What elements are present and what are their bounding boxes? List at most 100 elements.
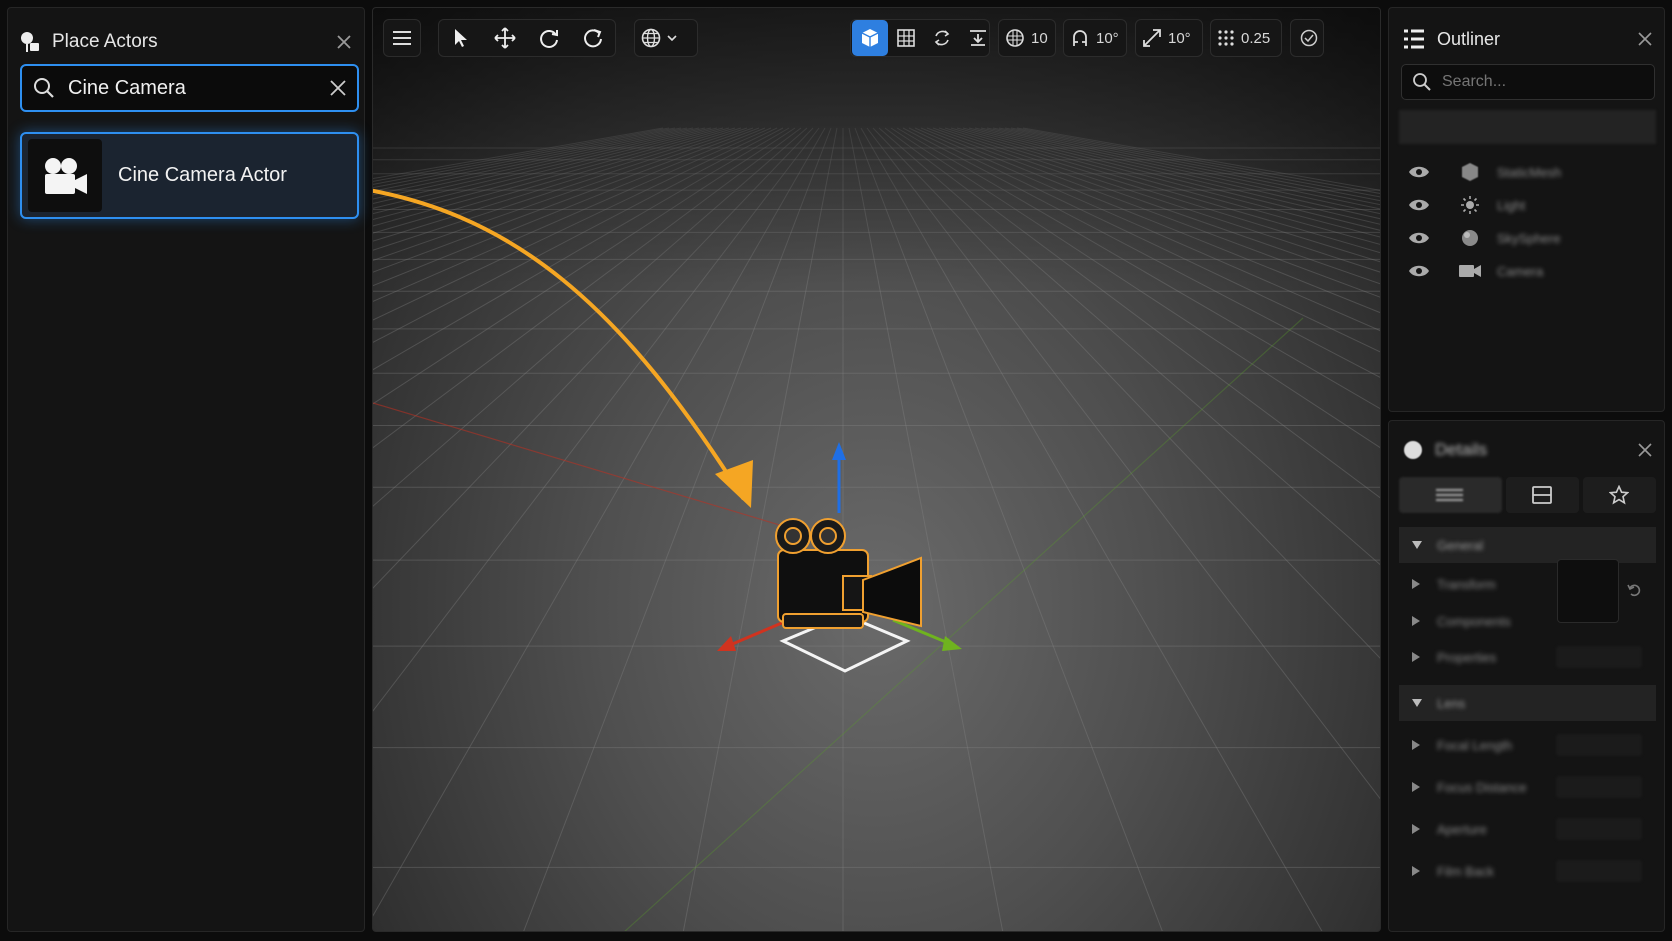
property-label: Focus Distance <box>1437 779 1527 795</box>
grid-snap-button[interactable]: 10 <box>999 20 1054 56</box>
property-row[interactable]: Aperture <box>1399 812 1656 846</box>
actor-search-input[interactable]: Cine Camera <box>20 64 359 112</box>
level-viewport[interactable]: 10 10° 10° 0.25 <box>372 7 1381 932</box>
details-header: Details <box>1403 433 1652 467</box>
section-lens[interactable]: Lens <box>1399 685 1656 721</box>
check-circle-icon <box>1300 29 1318 47</box>
property-value-dropdown[interactable] <box>1556 860 1642 882</box>
camera-speed-button[interactable]: 0.25 <box>1211 20 1276 56</box>
close-icon[interactable] <box>1638 32 1652 46</box>
property-label: Film Back <box>1437 863 1495 879</box>
property-value-dropdown[interactable] <box>1556 734 1642 756</box>
rotate-tool-button[interactable] <box>531 20 567 56</box>
result-cine-camera-actor[interactable]: Cine Camera Actor <box>20 132 359 219</box>
chevron-right-icon <box>1411 823 1421 835</box>
panel-title: Place Actors <box>52 31 158 52</box>
panel-title: Details <box>1435 440 1487 459</box>
panel-title: Outliner <box>1437 28 1501 49</box>
coordinate-space-group[interactable] <box>634 19 698 57</box>
scale-snap-group[interactable]: 10° <box>1135 19 1203 57</box>
outliner-search-input[interactable] <box>1442 73 1642 91</box>
speed-dots-icon <box>1217 29 1235 47</box>
movie-camera-icon <box>28 139 102 212</box>
tab-favorites[interactable] <box>1582 477 1656 513</box>
surface-snap-icon <box>968 28 988 48</box>
outliner-row-label: Camera <box>1497 263 1544 279</box>
grid-view-button[interactable] <box>888 20 924 56</box>
property-row[interactable]: Transform <box>1399 567 1549 601</box>
outliner-row-label: Light <box>1497 197 1526 213</box>
close-icon[interactable] <box>336 34 352 50</box>
panel-layout-icon <box>1532 486 1553 504</box>
scale-tool-button[interactable] <box>575 20 611 56</box>
camera-speed-value: 0.25 <box>1241 29 1271 47</box>
outliner-search[interactable] <box>1401 64 1655 100</box>
hamburger-menu-button[interactable] <box>384 20 420 56</box>
property-value-dropdown[interactable] <box>1556 776 1642 798</box>
star-icon <box>1609 485 1630 505</box>
reset-icon[interactable] <box>1627 583 1641 597</box>
property-row[interactable]: Components <box>1399 604 1549 638</box>
camera-speed-group[interactable]: 0.25 <box>1210 19 1282 57</box>
realtime-button[interactable] <box>924 20 960 56</box>
move-tool-button[interactable] <box>487 20 523 56</box>
perspective-view-button[interactable] <box>852 20 888 56</box>
property-row[interactable]: Focal Length <box>1399 728 1656 762</box>
scale-icon <box>1142 28 1162 48</box>
visibility-eye-icon[interactable] <box>1399 231 1439 245</box>
outliner-row[interactable]: Camera <box>1399 255 1656 287</box>
viewport-options-button[interactable] <box>1291 20 1327 56</box>
grid-snap-group[interactable]: 10 <box>998 19 1056 57</box>
visibility-eye-icon[interactable] <box>1399 165 1439 179</box>
section-general[interactable]: General <box>1399 527 1656 563</box>
property-value-dropdown[interactable] <box>1556 646 1642 668</box>
rotate-icon <box>538 27 560 49</box>
grid-snap-value: 10 <box>1031 29 1048 47</box>
camera-icon <box>1451 263 1489 279</box>
property-label: Focal Length <box>1437 737 1513 753</box>
list-icon <box>1435 488 1465 502</box>
view-mode-group <box>850 19 990 57</box>
surface-snap-button[interactable] <box>960 20 996 56</box>
rotation-snap-group[interactable]: 10° <box>1063 19 1127 57</box>
rotation-snap-button[interactable]: 10° <box>1064 20 1125 56</box>
outliner-row[interactable]: Light <box>1399 189 1656 221</box>
thumbnail-swatch[interactable] <box>1557 559 1619 623</box>
property-row[interactable]: Film Back <box>1399 854 1656 888</box>
refresh-icon <box>582 27 604 49</box>
property-label: Components <box>1437 613 1511 629</box>
select-tool-button[interactable] <box>443 20 479 56</box>
visibility-eye-icon[interactable] <box>1399 264 1439 278</box>
angle-icon <box>1070 28 1090 48</box>
outliner-header: Outliner <box>1403 22 1652 56</box>
search-value[interactable]: Cine Camera <box>68 77 329 100</box>
property-value-dropdown[interactable] <box>1556 818 1642 840</box>
property-row[interactable]: Properties <box>1399 640 1656 674</box>
world-space-dropdown[interactable] <box>635 20 683 56</box>
grid-icon <box>896 28 916 48</box>
sphere-icon <box>1451 228 1489 248</box>
tab-layout[interactable] <box>1505 477 1579 513</box>
property-label: Properties <box>1437 649 1497 665</box>
place-actors-header: Place Actors <box>18 22 352 62</box>
scale-snap-button[interactable]: 10° <box>1136 20 1197 56</box>
outliner-row[interactable]: SkySphere <box>1399 222 1656 254</box>
rotation-snap-value: 10° <box>1096 29 1119 47</box>
outliner-column-header <box>1399 110 1656 144</box>
viewport-options-group[interactable] <box>1290 19 1324 57</box>
place-actors-icon <box>18 30 42 54</box>
tab-list[interactable] <box>1399 477 1502 513</box>
result-label: Cine Camera Actor <box>118 164 287 186</box>
search-icon <box>32 76 56 100</box>
cycle-icon <box>932 28 952 48</box>
section-title: Lens <box>1437 695 1466 711</box>
clear-search-icon[interactable] <box>329 79 347 97</box>
chevron-right-icon <box>1411 865 1421 877</box>
sun-icon <box>1451 195 1489 215</box>
property-row[interactable]: Focus Distance <box>1399 770 1656 804</box>
close-icon[interactable] <box>1638 443 1652 457</box>
outliner-row[interactable]: StaticMesh <box>1399 156 1656 188</box>
place-actors-panel: Place Actors Cine Camera Cine Camera Act… <box>7 7 365 932</box>
chevron-right-icon <box>1411 781 1421 793</box>
visibility-eye-icon[interactable] <box>1399 198 1439 212</box>
